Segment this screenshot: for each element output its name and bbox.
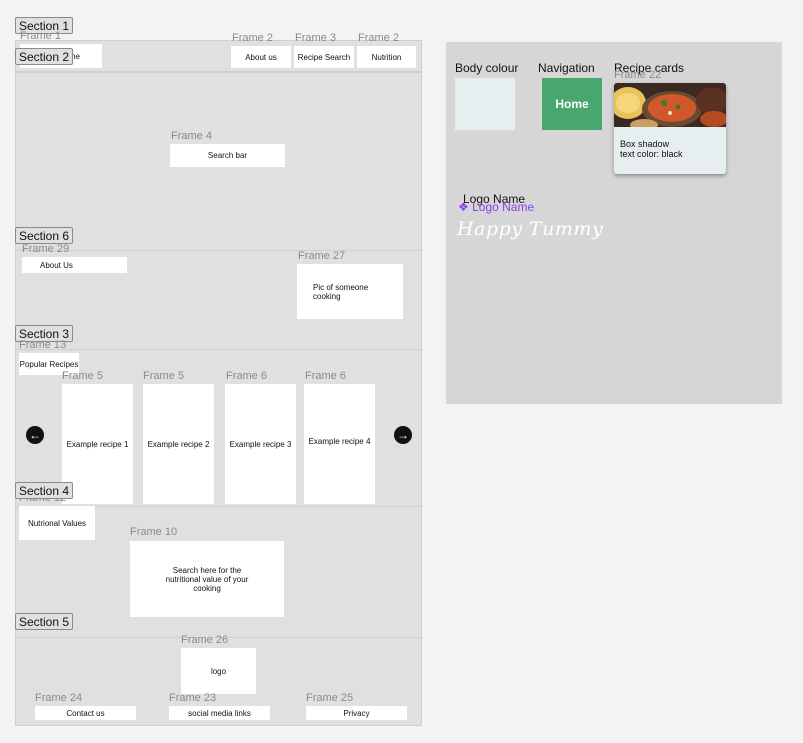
nav-about-us[interactable]: About us bbox=[231, 46, 291, 68]
nutrition-search-text: Search here for the nutritional value of… bbox=[165, 565, 249, 593]
footer-privacy-label: Privacy bbox=[343, 708, 370, 718]
nutritional-values-title-text: Nutrional Values bbox=[27, 518, 87, 528]
about-us-box[interactable]: About Us bbox=[22, 257, 127, 273]
logo-component-label[interactable]: ❖ Logo Name bbox=[458, 200, 534, 214]
frame-23-label: Frame 23 bbox=[169, 692, 217, 704]
nav-nutrition-label: Nutrition bbox=[371, 52, 402, 62]
frame-13-label: Frame 13 bbox=[19, 339, 67, 351]
recipe-card-1-frame-label: Frame 5 bbox=[62, 370, 103, 382]
cooking-picture-placeholder: Pic of someone cooking bbox=[297, 264, 403, 319]
recipe-card-sample-line2: text color: black bbox=[620, 149, 683, 159]
nav-nutrition[interactable]: Nutrition bbox=[357, 46, 416, 68]
nutrition-search-box[interactable]: Search here for the nutritional value of… bbox=[130, 541, 284, 617]
frame-27-label: Frame 27 bbox=[298, 250, 346, 262]
footer-contact-us-label: Contact us bbox=[66, 708, 105, 718]
happy-tummy-logo: Happy Tummy bbox=[457, 218, 604, 240]
cooking-picture-text: Pic of someone cooking bbox=[313, 282, 369, 301]
nav-about-frame-label: Frame 2 bbox=[232, 32, 273, 44]
section-6-tag[interactable]: Section 6 bbox=[15, 227, 74, 244]
recipe-card-2[interactable]: Example recipe 2 bbox=[143, 384, 214, 504]
carousel-next-icon[interactable]: → bbox=[394, 426, 412, 444]
section-5-tag[interactable]: Section 5 bbox=[15, 613, 74, 630]
footer-social-links[interactable]: social media links bbox=[169, 706, 270, 720]
recipe-card-2-frame-label: Frame 5 bbox=[143, 370, 184, 382]
navigation-title: Navigation bbox=[538, 61, 595, 75]
frame-24-label: Frame 24 bbox=[35, 692, 83, 704]
frame-1-label: Frame 1 bbox=[20, 30, 61, 42]
frame-22-label: Frame 22 bbox=[614, 69, 662, 81]
popular-recipes-title-text: Popular Recipes bbox=[19, 359, 79, 369]
nav-recipe-search-frame-label: Frame 3 bbox=[295, 32, 336, 44]
frame-26-label: Frame 26 bbox=[181, 634, 229, 646]
recipe-card-1-label: Example recipe 1 bbox=[66, 439, 129, 449]
nav-about-us-label: About us bbox=[245, 52, 277, 62]
body-colour-title: Body colour bbox=[455, 61, 519, 75]
nav-recipe-search[interactable]: Recipe Search bbox=[294, 46, 354, 68]
recipe-card-sample-text: Box shadow text color: black bbox=[620, 139, 683, 159]
section-2-tag[interactable]: Section 2 bbox=[15, 48, 74, 65]
nutritional-values-title: Nutrional Values bbox=[19, 506, 95, 540]
section-4-tag[interactable]: Section 4 bbox=[15, 482, 74, 499]
recipe-card-3[interactable]: Example recipe 3 bbox=[225, 384, 296, 504]
nav-home-button[interactable]: Home bbox=[542, 78, 602, 130]
frame-4-label: Frame 4 bbox=[171, 130, 212, 142]
body-colour-swatch bbox=[455, 78, 515, 130]
frame-25-label: Frame 25 bbox=[306, 692, 354, 704]
footer-privacy[interactable]: Privacy bbox=[306, 706, 407, 720]
recipe-card-sample-line1: Box shadow bbox=[620, 139, 670, 149]
nav-home-button-label: Home bbox=[555, 97, 589, 111]
hero-search-bar-label: Search bar bbox=[207, 151, 248, 160]
recipe-card-3-frame-label: Frame 6 bbox=[226, 370, 267, 382]
recipe-card-3-label: Example recipe 3 bbox=[229, 439, 292, 449]
footer-logo-text: logo bbox=[210, 666, 227, 676]
recipe-card-4[interactable]: Example recipe 4 bbox=[304, 384, 375, 504]
style-guide-panel: Body colour Navigation Home Recipe cards… bbox=[446, 42, 782, 404]
recipe-card-sample[interactable]: Box shadow text color: black bbox=[614, 83, 726, 174]
about-us-text: About Us bbox=[40, 260, 73, 270]
carousel-prev-icon[interactable]: ← bbox=[26, 426, 44, 444]
frame-29-label: Frame 29 bbox=[22, 243, 70, 255]
recipe-card-4-label: Example recipe 4 bbox=[308, 436, 371, 446]
recipe-card-4-frame-label: Frame 6 bbox=[305, 370, 346, 382]
component-diamond-icon: ❖ bbox=[458, 200, 469, 214]
frame-10-label: Frame 10 bbox=[130, 526, 178, 538]
food-photo-icon bbox=[614, 83, 726, 127]
footer-logo-box: logo bbox=[181, 648, 256, 694]
recipe-card-2-label: Example recipe 2 bbox=[147, 439, 210, 449]
footer-social-links-label: social media links bbox=[188, 708, 251, 718]
nav-recipe-search-label: Recipe Search bbox=[297, 52, 351, 62]
nav-nutrition-frame-label: Frame 2 bbox=[358, 32, 399, 44]
footer-contact-us[interactable]: Contact us bbox=[35, 706, 136, 720]
logo-component-text: Logo Name bbox=[472, 200, 535, 214]
hero-search-bar[interactable]: Search bar bbox=[170, 144, 285, 167]
